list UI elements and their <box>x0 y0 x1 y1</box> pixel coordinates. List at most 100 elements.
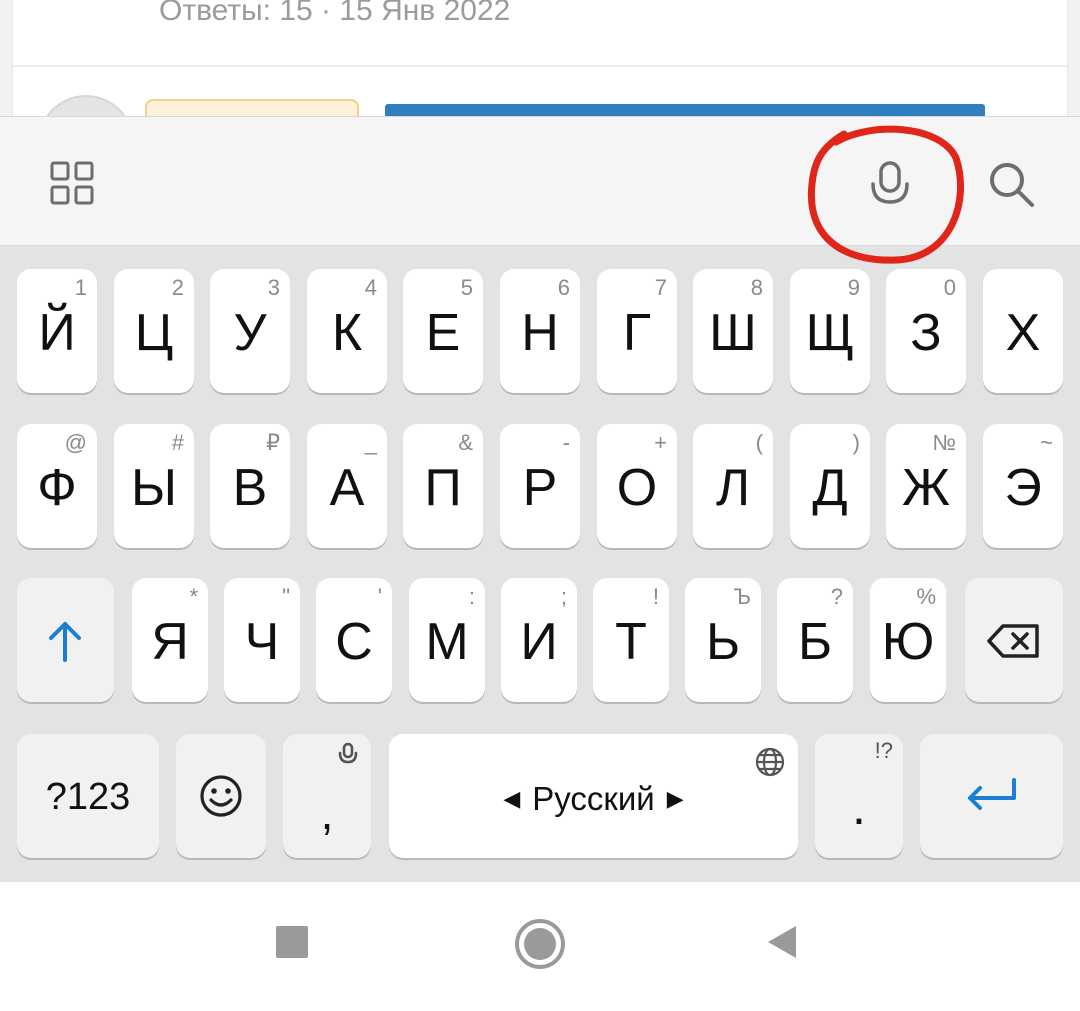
microphone-icon[interactable] <box>858 153 922 217</box>
key-row3-7[interactable]: Б? <box>777 578 853 702</box>
key-label: Т <box>615 613 647 671</box>
backspace-key[interactable] <box>965 578 1063 702</box>
home-circle-icon <box>515 919 565 969</box>
key-hint: 5 <box>460 275 473 300</box>
key-row1-6[interactable]: Г7 <box>597 269 677 393</box>
key-hint: ' <box>377 584 382 609</box>
key-row3-4[interactable]: И; <box>501 578 577 702</box>
key-hint: ) <box>852 430 860 455</box>
key-row1-1[interactable]: Ц2 <box>114 269 194 393</box>
key-hint: : <box>468 584 475 609</box>
key-label: Ю <box>881 613 935 671</box>
key-row1-4[interactable]: Е5 <box>403 269 483 393</box>
key-hint: # <box>171 430 184 455</box>
key-hint: & <box>458 430 473 455</box>
key-hint: ? <box>830 584 843 609</box>
symbols-key[interactable]: ?123 <box>17 734 159 858</box>
key-label: Щ <box>805 304 855 362</box>
key-row1-8[interactable]: Щ9 <box>790 269 870 393</box>
key-hint: ~ <box>1040 430 1053 455</box>
key-row3-8[interactable]: Ю% <box>870 578 946 702</box>
key-row1-2[interactable]: У3 <box>210 269 290 393</box>
key-label: М <box>425 613 469 671</box>
key-hint: 4 <box>364 275 377 300</box>
key-row2-5[interactable]: Р- <box>500 424 580 548</box>
key-row3-1[interactable]: Ч " <box>224 578 300 702</box>
key-label: Ч <box>244 613 280 671</box>
key-hint: 3 <box>267 275 280 300</box>
key-label: Н <box>521 304 559 362</box>
key-row2-1[interactable]: Ы # <box>114 424 194 548</box>
key-row2-4[interactable]: П & <box>403 424 483 548</box>
question-title-link[interactable] <box>385 104 985 116</box>
key-label: Ж <box>901 459 950 517</box>
key-label: В <box>232 459 268 517</box>
comma-label: , <box>320 787 334 839</box>
key-row1-7[interactable]: Ш8 <box>693 269 773 393</box>
key-hint: ( <box>755 430 763 455</box>
key-row2-6[interactable]: О + <box>597 424 677 548</box>
key-label: Г <box>622 304 652 362</box>
key-row2-0[interactable]: Ф @ <box>17 424 97 548</box>
apps-grid-icon[interactable] <box>44 155 100 211</box>
answers-meta: Ответы: 15 · 15 Янв 2022 <box>159 0 511 27</box>
search-icon[interactable] <box>980 153 1044 217</box>
key-hint: % <box>916 584 936 609</box>
comma-key[interactable]: , <box>283 734 371 858</box>
key-label: Ь <box>705 613 741 671</box>
square-icon <box>276 926 308 958</box>
key-label: С <box>335 613 373 671</box>
key-row2-9[interactable]: Ж № <box>886 424 966 548</box>
category-tag[interactable] <box>145 99 359 116</box>
emoji-key[interactable] <box>176 734 266 858</box>
key-label: Х <box>1005 304 1041 362</box>
key-row3-0[interactable]: Я * <box>132 578 208 702</box>
key-row2-3[interactable]: А _ <box>307 424 387 548</box>
key-label: Б <box>797 613 833 671</box>
key-row2-2[interactable]: В ₽ <box>210 424 290 548</box>
key-hint: 0 <box>943 275 956 300</box>
card-divider <box>13 65 1067 67</box>
key-row3-2[interactable]: С ' <box>316 578 392 702</box>
period-key[interactable]: !?. <box>815 734 903 858</box>
back-triangle-icon <box>768 926 796 958</box>
key-hint: 6 <box>557 275 570 300</box>
shift-key[interactable] <box>17 578 114 702</box>
key-label: У <box>233 304 267 362</box>
key-label: Я <box>151 613 189 671</box>
space-bar-language: ◀ Русский ▶ <box>389 780 798 818</box>
key-label: Й <box>38 304 76 362</box>
key-row1-9[interactable]: З0 <box>886 269 966 393</box>
recents-button[interactable] <box>262 912 322 972</box>
key-hint: " <box>282 584 290 609</box>
key-label: Е <box>425 304 461 362</box>
key-row1-5[interactable]: Н6 <box>500 269 580 393</box>
key-row2-10[interactable]: Э ~ <box>983 424 1063 548</box>
emoji-icon <box>200 775 242 817</box>
key-hint: + <box>654 430 667 455</box>
key-row1-10[interactable]: Х <box>983 269 1063 393</box>
key-hint: 1 <box>74 275 87 300</box>
key-row1-0[interactable]: Й1 <box>17 269 97 393</box>
key-label: Ф <box>37 459 77 517</box>
home-button[interactable] <box>508 912 572 976</box>
enter-key[interactable] <box>920 734 1063 858</box>
key-hint: Ъ <box>733 584 751 609</box>
key-row3-3[interactable]: М: <box>409 578 485 702</box>
key-hint: № <box>932 430 956 455</box>
key-row2-7[interactable]: Л( <box>693 424 773 548</box>
key-hint: * <box>189 584 198 609</box>
key-row3-5[interactable]: Т! <box>593 578 669 702</box>
key-hint: 8 <box>750 275 763 300</box>
key-label: П <box>424 459 462 517</box>
back-button[interactable] <box>752 912 812 972</box>
period-hint: !? <box>874 738 893 763</box>
soft-keyboard: Й 1 Ц 2 У 3 К 4 Е 5 Н 6 Г 7 Ш 8 Щ 9 З 0 Х Ф @ Ы # В ₽ А _ П & Р - О + Л(Д) Ж… <box>0 116 1080 882</box>
key-hint: - <box>562 430 570 455</box>
space-bar[interactable]: ◀ Русский ▶ <box>389 734 798 858</box>
arrow-right-icon: ▶ <box>666 786 684 811</box>
key-row3-6[interactable]: ЬЪ <box>685 578 761 702</box>
key-row1-3[interactable]: К4 <box>307 269 387 393</box>
enter-arrow-icon <box>968 778 1016 810</box>
key-row2-8[interactable]: Д) <box>790 424 870 548</box>
